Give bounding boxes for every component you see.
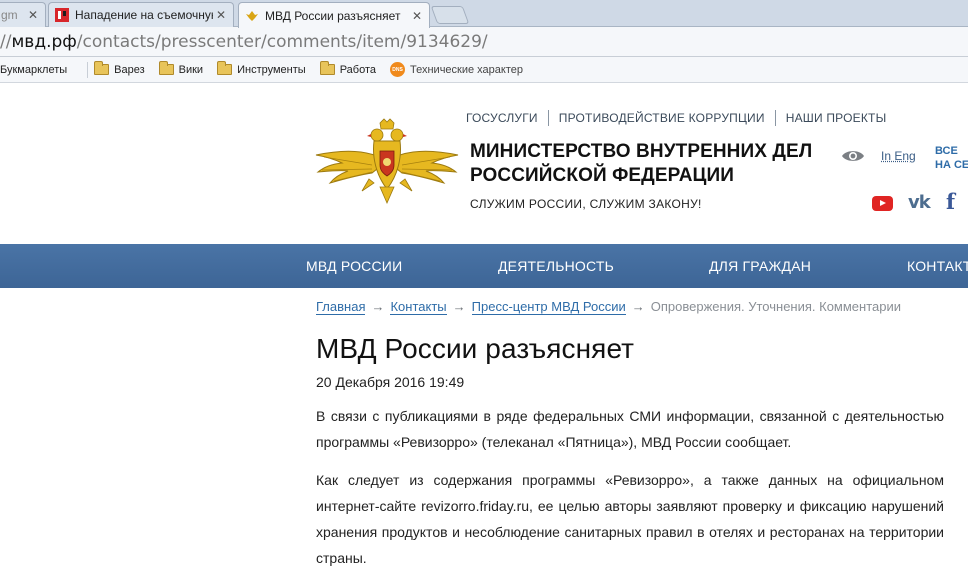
url-text[interactable]: //мвд.рф/contacts/presscenter/comments/i… bbox=[0, 32, 488, 52]
browser-tab-attack[interactable]: Нападение на съемочную г ✕ bbox=[48, 2, 234, 27]
bookmark-label: Варез bbox=[114, 63, 145, 76]
close-icon[interactable]: ✕ bbox=[25, 8, 41, 22]
english-version-link[interactable]: In Eng bbox=[881, 149, 916, 163]
folder-icon bbox=[319, 61, 335, 75]
site-favicon-icon bbox=[55, 8, 69, 22]
web-page: ГОСУСЛУГИ ПРОТИВОДЕЙСТВИЕ КОРРУПЦИИ НАШИ… bbox=[0, 83, 968, 587]
bookmark-label: Вики bbox=[178, 63, 204, 76]
bookmark-work[interactable]: Работа bbox=[319, 61, 376, 76]
all-services-link[interactable]: ВСЕ НА СЕ bbox=[935, 144, 968, 172]
vk-icon[interactable]: vk bbox=[908, 192, 931, 213]
bookmark-label: Технические характер bbox=[410, 63, 523, 76]
dns-icon: DNS bbox=[390, 62, 405, 77]
tab-title: МВД России разъясняет bbox=[265, 8, 401, 23]
bookmark-label: Букмарклеты bbox=[0, 63, 68, 76]
breadcrumb: Главная → Контакты → Пресс-центр МВД России →… bbox=[316, 299, 902, 315]
article-title: МВД России разъясняет bbox=[316, 333, 635, 364]
all-services-line1: ВСЕ bbox=[935, 145, 958, 157]
divider bbox=[774, 110, 776, 126]
address-bar[interactable]: //мвд.рф/contacts/presscenter/comments/i… bbox=[0, 27, 968, 57]
bookmark-wiki[interactable]: Вики bbox=[158, 61, 204, 76]
top-links-nav: ГОСУСЛУГИ ПРОТИВОДЕЙСТВИЕ КОРРУПЦИИ НАШИ… bbox=[466, 110, 886, 126]
breadcrumb-arrow: → bbox=[371, 299, 385, 314]
nav-contacts[interactable]: КОНТАКТ bbox=[907, 258, 968, 274]
bookmark-specs[interactable]: DNS Технические характер bbox=[390, 62, 523, 77]
bookmark-label: Работа bbox=[339, 63, 376, 76]
youtube-icon[interactable] bbox=[872, 196, 893, 211]
article-date: 20 Декабря 2016 19:49 bbox=[316, 374, 465, 390]
bookmark-divider bbox=[87, 61, 89, 78]
browser-tab-strip: gm ✕ Нападение на съемочную г ✕ МВД Росс… bbox=[0, 0, 968, 28]
ministry-name-line1: МИНИСТЕРСТВО ВНУТРЕННИХ ДЕЛ bbox=[470, 141, 813, 162]
breadcrumb-current: Опровержения. Уточнения. Комментарии bbox=[650, 299, 902, 314]
bookmark-tools[interactable]: Инструменты bbox=[217, 61, 306, 76]
breadcrumb-arrow: → bbox=[452, 299, 466, 314]
folder-icon bbox=[158, 61, 174, 75]
bookmark-bookmarklets[interactable]: Букмарклеты bbox=[0, 64, 67, 76]
link-anticorruption[interactable]: ПРОТИВОДЕЙСТВИЕ КОРРУПЦИИ bbox=[559, 111, 765, 125]
breadcrumb-arrow: → bbox=[631, 299, 645, 314]
eye-icon[interactable] bbox=[841, 148, 865, 164]
folder-icon bbox=[94, 61, 110, 75]
ministry-name-line2: РОССИЙСКОЙ ФЕДЕРАЦИИ bbox=[470, 165, 735, 186]
bookmark-label: Инструменты bbox=[237, 63, 306, 76]
article-paragraph: Как следует из содержания программы «Рев… bbox=[316, 472, 944, 566]
mvd-emblem-favicon-icon bbox=[246, 10, 258, 21]
nav-for-citizens[interactable]: ДЛЯ ГРАЖДАН bbox=[709, 258, 811, 274]
browser-tab-mvd[interactable]: МВД России разъясняет ✕ bbox=[238, 2, 430, 28]
mvd-eagle-emblem-icon[interactable] bbox=[314, 117, 460, 205]
ministry-name[interactable]: МИНИСТЕРСТВО ВНУТРЕННИХ ДЕЛ РОССИЙСКОЙ Ф… bbox=[470, 140, 812, 188]
all-services-line2: НА СЕ bbox=[935, 159, 968, 171]
facebook-icon[interactable]: f bbox=[946, 189, 955, 214]
close-icon[interactable]: ✕ bbox=[409, 9, 425, 23]
article-paragraph: В связи с публикациями в ряде федеральны… bbox=[316, 408, 944, 450]
bookmark-warez[interactable]: Варез bbox=[94, 61, 145, 76]
breadcrumb-contacts[interactable]: Контакты bbox=[390, 299, 447, 315]
tab-title: Нападение на съемочную г bbox=[75, 8, 213, 22]
close-icon[interactable]: ✕ bbox=[213, 8, 229, 22]
breadcrumb-home[interactable]: Главная bbox=[316, 299, 366, 315]
browser-tab-gmail[interactable]: gm ✕ bbox=[0, 2, 46, 27]
divider bbox=[547, 110, 549, 126]
bookmarks-bar: Букмарклеты Варез Вики Инструменты Работ… bbox=[0, 57, 968, 83]
main-nav-bar: МВД РОССИИ ДЕЯТЕЛЬНОСТЬ ДЛЯ ГРАЖДАН КОНТ… bbox=[0, 244, 968, 288]
site-motto: СЛУЖИМ РОССИИ, СЛУЖИМ ЗАКОНУ! bbox=[470, 197, 702, 211]
url-host: мвд.рф bbox=[11, 31, 77, 52]
url-prefix: // bbox=[0, 31, 12, 52]
url-path: /contacts/presscenter/comments/item/9134… bbox=[76, 31, 488, 52]
new-tab-button[interactable] bbox=[430, 6, 470, 24]
link-our-projects[interactable]: НАШИ ПРОЕКТЫ bbox=[786, 111, 887, 125]
nav-activity[interactable]: ДЕЯТЕЛЬНОСТЬ bbox=[498, 258, 614, 274]
folder-icon bbox=[217, 61, 233, 75]
breadcrumb-press-center[interactable]: Пресс-центр МВД России bbox=[471, 299, 626, 315]
nav-mvd-russia[interactable]: МВД РОССИИ bbox=[306, 258, 402, 274]
tab-title: gm bbox=[1, 8, 18, 22]
link-gosuslugi[interactable]: ГОСУСЛУГИ bbox=[466, 111, 538, 125]
article-body: В связи с публикациями в ряде федеральны… bbox=[316, 403, 944, 583]
